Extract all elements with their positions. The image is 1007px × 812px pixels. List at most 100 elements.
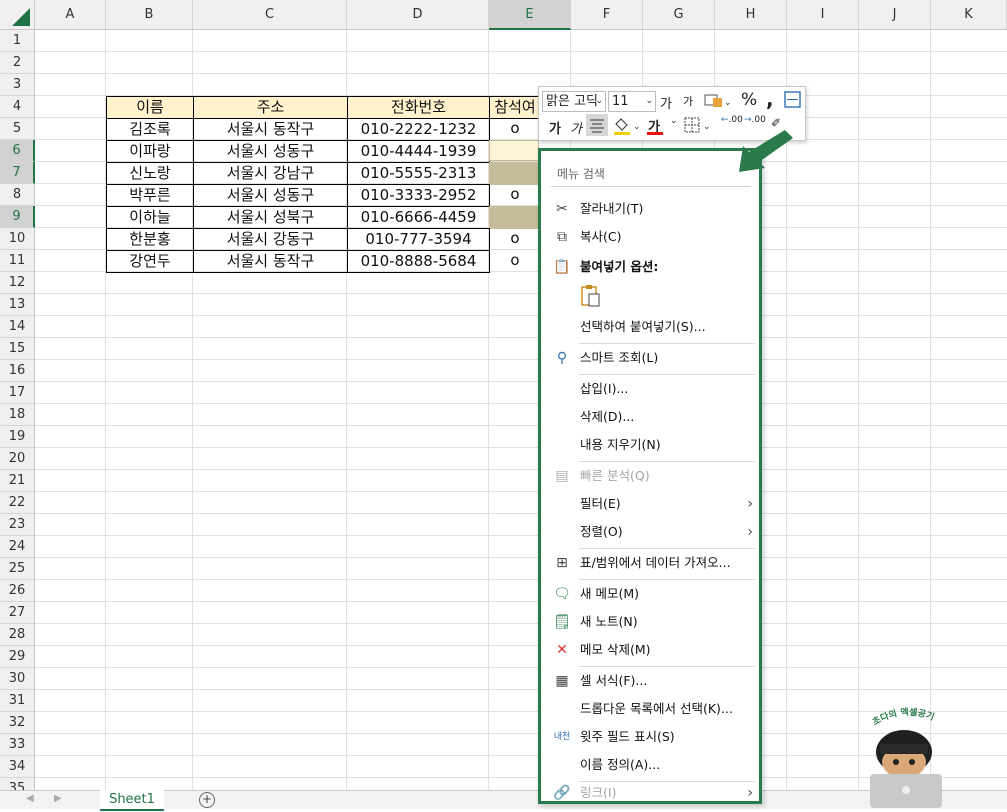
borders-icon[interactable]: ⌄	[684, 117, 714, 139]
column-header-F[interactable]: F	[571, 0, 643, 30]
column-header-B[interactable]: B	[106, 0, 193, 30]
italic-button[interactable]: 가	[570, 118, 582, 137]
row-header-31[interactable]: 31	[0, 690, 35, 712]
header-cell-name[interactable]: 이름	[106, 96, 194, 119]
cell-attendance[interactable]: o	[489, 118, 541, 141]
cell-address[interactable]: 서울시 강남구	[193, 162, 348, 185]
column-header-H[interactable]: H	[715, 0, 787, 30]
row-header-10[interactable]: 10	[0, 228, 35, 250]
cell-address[interactable]: 서울시 성동구	[193, 184, 348, 207]
column-header-J[interactable]: J	[859, 0, 931, 30]
cell-phone[interactable]: 010-6666-4459	[347, 206, 490, 229]
cell-phone[interactable]: 010-8888-5684	[347, 250, 490, 273]
cell-address[interactable]: 서울시 동작구	[193, 118, 348, 141]
cell-name[interactable]: 신노랑	[106, 162, 194, 185]
cell-name[interactable]: 강연두	[106, 250, 194, 273]
row-header-32[interactable]: 32	[0, 712, 35, 734]
menu-format-cells[interactable]: ▦ 셀 서식(F)...	[545, 668, 757, 694]
header-cell-address[interactable]: 주소	[193, 96, 348, 119]
row-header-28[interactable]: 28	[0, 624, 35, 646]
menu-pick-from-dropdown[interactable]: 드롭다운 목록에서 선택(K)...	[545, 696, 757, 722]
prev-sheet-arrow-icon[interactable]: ◀	[26, 793, 34, 804]
menu-show-phonetic[interactable]: 내천 윗주 필드 표시(S)	[545, 724, 757, 750]
row-header-20[interactable]: 20	[0, 448, 35, 470]
center-align-icon[interactable]	[586, 114, 608, 140]
cell-attendance[interactable]: o	[489, 250, 541, 273]
row-header-21[interactable]: 21	[0, 470, 35, 492]
header-cell-attendance[interactable]: 참석여	[489, 96, 541, 119]
fill-color-icon[interactable]: ⌄	[612, 116, 642, 140]
row-header-12[interactable]: 12	[0, 272, 35, 294]
column-header-A[interactable]: A	[35, 0, 106, 30]
font-name-select[interactable]: 맑은 고딕 ⌄	[542, 91, 606, 112]
row-header-30[interactable]: 30	[0, 668, 35, 690]
spreadsheet-grid[interactable]: ABCDEFGHIJK 1 2 3 4 5 6 7 8 9 10 11 12 13 14 15 16 17 18 1…	[0, 0, 1007, 800]
cell-phone[interactable]: 010-2222-1232	[347, 118, 490, 141]
font-size-select[interactable]: 11 ⌄	[608, 91, 656, 112]
row-header-25[interactable]: 25	[0, 558, 35, 580]
row-header-15[interactable]: 15	[0, 338, 35, 360]
menu-paste-special[interactable]: 선택하여 붙여넣기(S)...	[545, 314, 757, 340]
row-header-23[interactable]: 23	[0, 514, 35, 536]
cell-phone[interactable]: 010-777-3594	[347, 228, 490, 251]
select-all-corner[interactable]	[0, 0, 35, 30]
menu-insert[interactable]: 삽입(I)...	[545, 376, 757, 402]
cell-phone[interactable]: 010-5555-2313	[347, 162, 490, 185]
cell-attendance[interactable]	[489, 206, 541, 229]
row-header-33[interactable]: 33	[0, 734, 35, 756]
menu-sort[interactable]: 정렬(O) ›	[545, 519, 757, 545]
cell-attendance[interactable]: o	[489, 228, 541, 251]
row-header-13[interactable]: 13	[0, 294, 35, 316]
cell-name[interactable]: 이파랑	[106, 140, 194, 163]
wrap-merge-icon[interactable]	[784, 91, 802, 113]
row-header-14[interactable]: 14	[0, 316, 35, 338]
comma-style-button[interactable]: ,	[766, 87, 774, 111]
row-header-8[interactable]: 8	[0, 184, 35, 206]
cell-name[interactable]: 이하늘	[106, 206, 194, 229]
menu-copy[interactable]: ⧉ 복사(C)	[545, 224, 757, 250]
decrease-font-button[interactable]: 가	[683, 93, 693, 109]
bold-button[interactable]: 가	[549, 118, 561, 137]
row-header-19[interactable]: 19	[0, 426, 35, 448]
selected-cell-E6[interactable]	[489, 140, 539, 161]
cell-address[interactable]: 서울시 동작구	[193, 250, 348, 273]
cell-name[interactable]: 한분홍	[106, 228, 194, 251]
increase-font-button[interactable]: 가	[660, 93, 672, 112]
cell-phone[interactable]: 010-3333-2952	[347, 184, 490, 207]
row-header-11[interactable]: 11	[0, 250, 35, 272]
row-header-7[interactable]: 7	[0, 162, 35, 184]
add-sheet-icon[interactable]: +	[199, 792, 215, 808]
row-header-1[interactable]: 1	[0, 30, 35, 52]
column-header-C[interactable]: C	[193, 0, 347, 30]
column-header-D[interactable]: D	[347, 0, 489, 30]
column-header-E[interactable]: E	[489, 0, 571, 30]
menu-search-input[interactable]: 메뉴 검색	[551, 161, 751, 187]
cell-name[interactable]: 박푸른	[106, 184, 194, 207]
menu-delete[interactable]: 삭제(D)...	[545, 404, 757, 430]
cell-address[interactable]: 서울시 성북구	[193, 206, 348, 229]
row-header-22[interactable]: 22	[0, 492, 35, 514]
cell-address[interactable]: 서울시 강동구	[193, 228, 348, 251]
cell-attendance[interactable]: o	[489, 184, 541, 207]
row-header-34[interactable]: 34	[0, 756, 35, 778]
row-header-26[interactable]: 26	[0, 580, 35, 602]
cell-attendance[interactable]	[489, 162, 541, 185]
menu-get-data-from-range[interactable]: ⊞ 표/범위에서 데이터 가져오...	[545, 550, 757, 576]
next-sheet-arrow-icon[interactable]: ▶	[54, 793, 62, 804]
row-header-6[interactable]: 6	[0, 140, 35, 162]
header-cell-phone[interactable]: 전화번호	[347, 96, 490, 119]
column-header-K[interactable]: K	[931, 0, 1007, 30]
cell-phone[interactable]: 010-4444-1939	[347, 140, 490, 163]
row-header-9[interactable]: 9	[0, 206, 35, 228]
row-header-18[interactable]: 18	[0, 404, 35, 426]
row-header-5[interactable]: 5	[0, 118, 35, 140]
cell-name[interactable]: 김조록	[106, 118, 194, 141]
percent-style-button[interactable]: %	[741, 90, 757, 110]
menu-define-name[interactable]: 이름 정의(A)...	[545, 752, 757, 778]
menu-filter[interactable]: 필터(E) ›	[545, 491, 757, 517]
menu-smart-lookup[interactable]: ⚲ 스마트 조회(L)	[545, 345, 757, 371]
menu-new-comment[interactable]: 🗨 새 메모(M)	[545, 581, 757, 607]
row-header-29[interactable]: 29	[0, 646, 35, 668]
accounting-format-icon[interactable]: ⌄	[704, 91, 732, 113]
menu-delete-comment[interactable]: ✕ 메모 삭제(M)	[545, 637, 757, 663]
